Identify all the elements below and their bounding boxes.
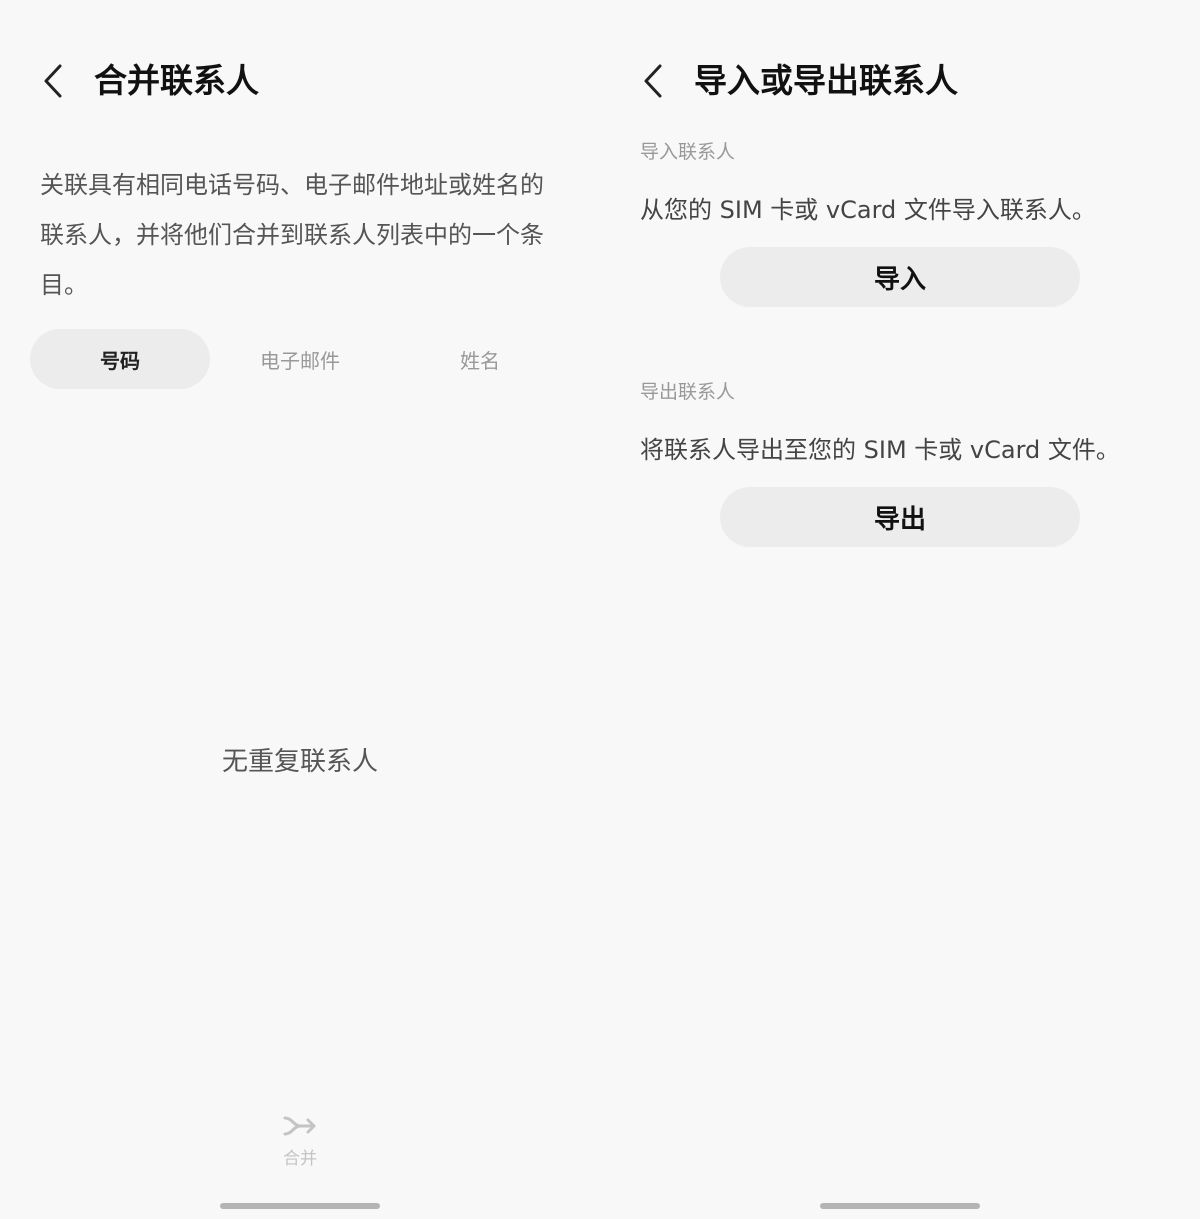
empty-state-text: 无重复联系人 xyxy=(221,747,378,777)
home-indicator[interactable] xyxy=(220,1203,380,1209)
page-title: 合并联系人 xyxy=(94,61,259,100)
tab-number[interactable]: 号码 xyxy=(30,329,210,389)
merge-label: 合并 xyxy=(283,1149,317,1169)
page-title: 导入或导出联系人 xyxy=(694,61,958,100)
import-section-label: 导入联系人 xyxy=(640,141,736,163)
export-button[interactable]: 导出 xyxy=(720,487,1080,547)
import-description: 从您的 SIM 卡或 vCard 文件导入联系人。 xyxy=(640,196,1096,224)
import-export-screen: 导入或导出联系人 导入联系人 从您的 SIM 卡或 vCard 文件导入联系人。… xyxy=(600,0,1200,1219)
header: 导入或导出联系人 xyxy=(600,48,1200,114)
merge-button[interactable]: 合并 xyxy=(250,1112,350,1182)
export-description: 将联系人导出至您的 SIM 卡或 vCard 文件。 xyxy=(640,436,1120,464)
tab-name[interactable]: 姓名 xyxy=(390,329,570,389)
chevron-left-icon xyxy=(644,64,662,98)
description: 关联具有相同电话号码、电子邮件地址或姓名的联系人，并将他们合并到联系人列表中的一… xyxy=(40,171,544,299)
merge-arrow-icon xyxy=(283,1116,316,1136)
header: 合并联系人 xyxy=(0,48,600,114)
import-button[interactable]: 导入 xyxy=(720,247,1080,307)
export-section-label: 导出联系人 xyxy=(640,381,736,403)
tab-email[interactable]: 电子邮件 xyxy=(210,329,390,389)
merge-contacts-screen: 合并联系人 关联具有相同电话号码、电子邮件地址或姓名的联系人，并将他们合并到联系… xyxy=(0,0,600,1219)
chevron-left-icon xyxy=(44,64,62,98)
back-button[interactable] xyxy=(628,56,678,106)
back-button[interactable] xyxy=(28,56,78,106)
tab-bar: 号码 电子邮件 姓名 xyxy=(30,329,570,389)
home-indicator[interactable] xyxy=(820,1203,980,1209)
